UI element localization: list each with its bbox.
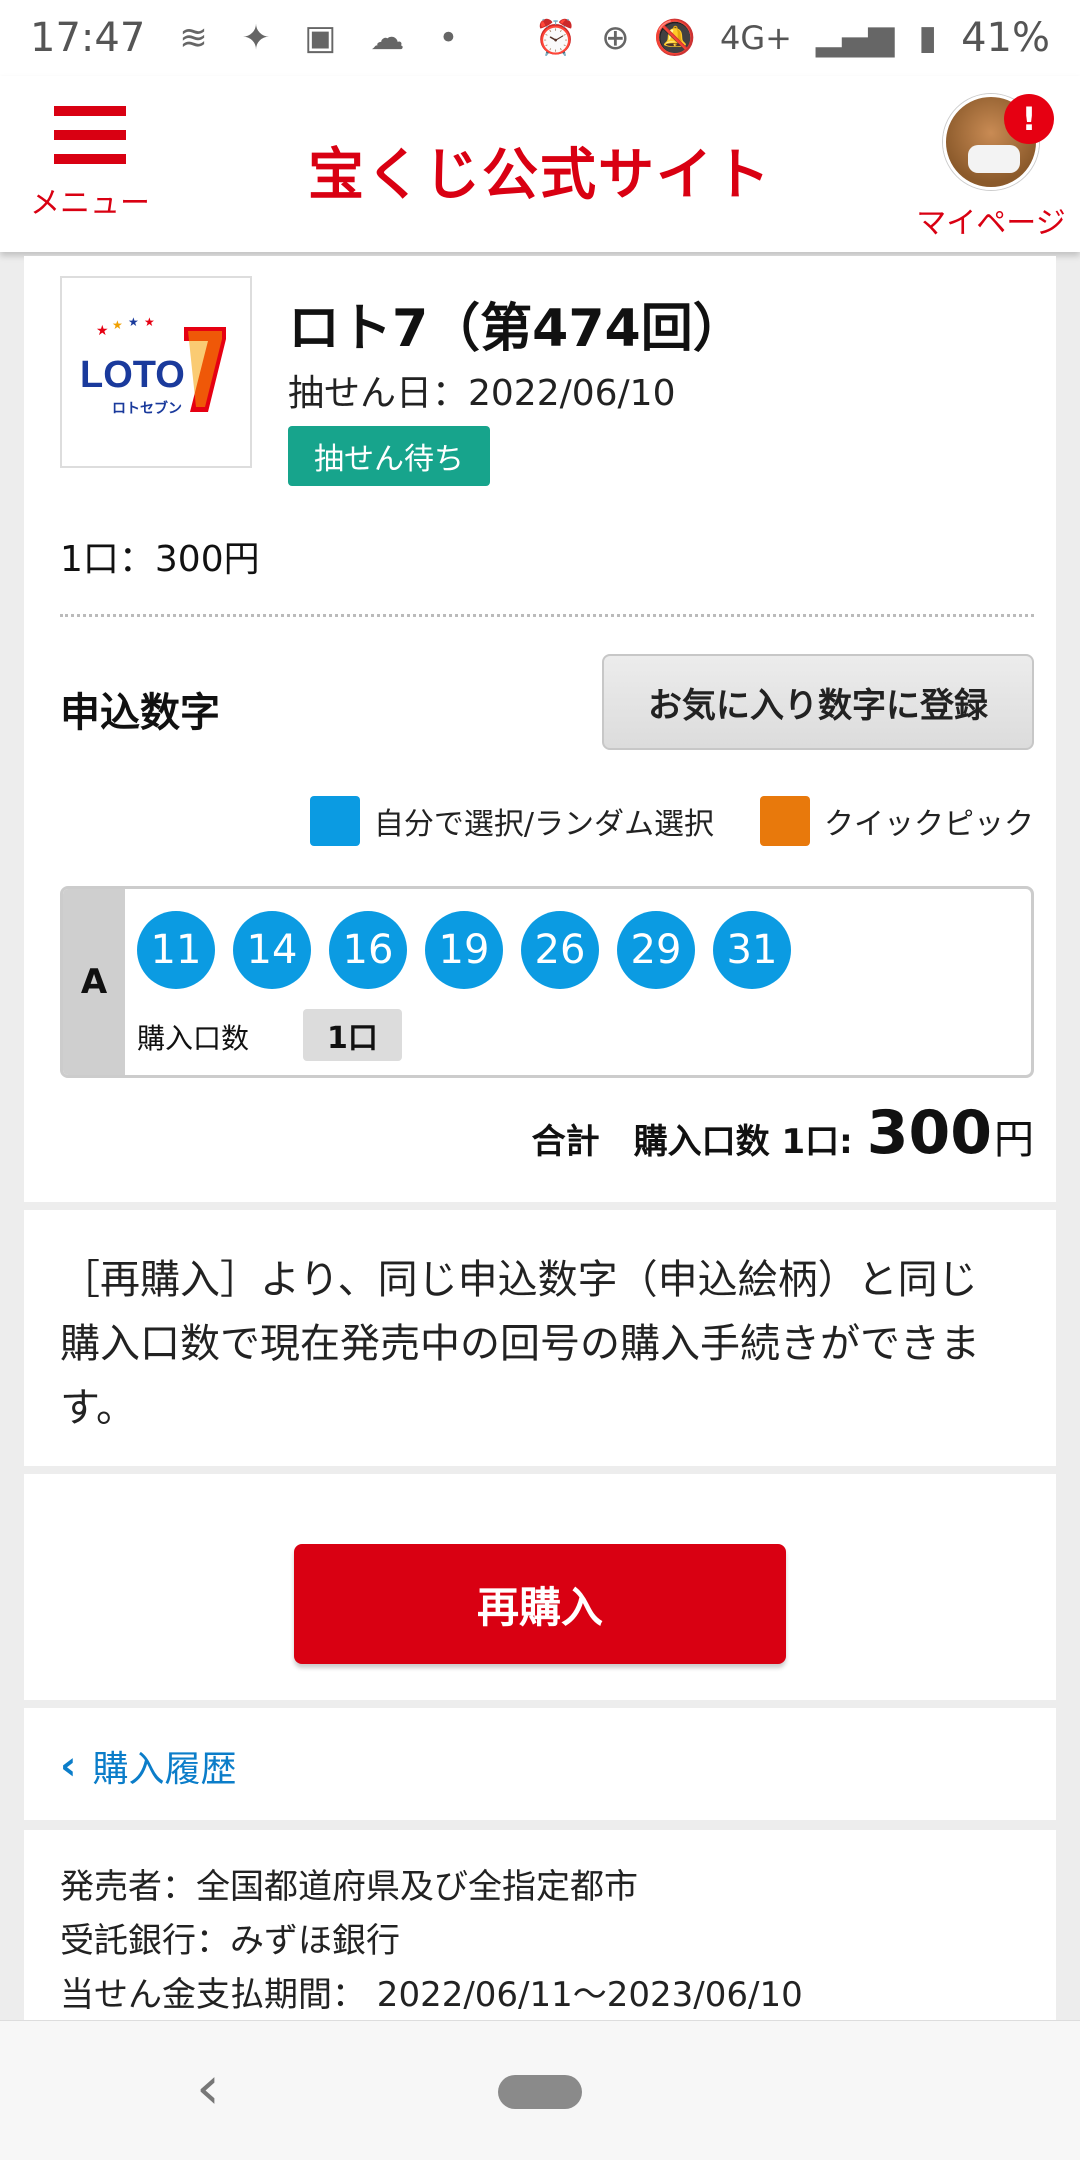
number-ball: 26 (521, 911, 599, 989)
unit-price: 1口：300円 (60, 539, 260, 580)
system-nav-bar: ‹ (0, 2020, 1080, 2160)
clock: 17:47 (30, 15, 146, 61)
rebuy-button[interactable]: 再購入 (294, 1544, 786, 1664)
total-currency: 円 (994, 1117, 1034, 1163)
legend-manual-swatch (309, 796, 360, 846)
svg-text:★: ★ (144, 317, 155, 329)
loto7-logo-graphic: ★ ★ ★ ★ LOTO ロトセブン (80, 317, 226, 417)
alarm-icon: ⏰ (534, 18, 578, 58)
purchase-history-label: 購入履歴 (92, 1749, 237, 1790)
selection-label: 申込数字 (60, 690, 220, 736)
battery-icon: ▮ (918, 18, 938, 58)
wifi-icon: ≋ (179, 18, 208, 58)
rebuy-card: 再購入 (24, 1474, 1056, 1700)
number-ball: 14 (233, 911, 311, 989)
number-ball: 31 (713, 911, 791, 989)
dot-icon: • (438, 18, 459, 58)
total-amount: 300 (866, 1098, 992, 1168)
purchase-detail-card: ★ ★ ★ ★ LOTO ロトセブン ロト7（第474回） 抽せん日：2022/… (24, 256, 1056, 1202)
legend: 自分で選択/ランダム選択 クイックピック (309, 796, 1034, 846)
history-link-card: ‹ 購入履歴 (24, 1708, 1056, 1820)
number-ball: 19 (425, 911, 503, 989)
svg-text:★: ★ (128, 317, 139, 329)
mypage-button[interactable]: ! マイページ (916, 94, 1066, 242)
weather-icon: ☁ (370, 18, 405, 58)
logo-text: LOTO (80, 354, 185, 396)
draw-date: 抽せん日：2022/06/10 (288, 373, 676, 414)
lottery-title: ロト7（第474回） (288, 299, 745, 359)
number-balls: 11 14 16 19 26 29 31 (137, 911, 791, 989)
app-header: メニュー 宝くじ公式サイト ! マイページ (0, 76, 1080, 252)
legend-quick-swatch (760, 796, 810, 846)
number-ball: 29 (617, 911, 695, 989)
mypage-label: マイページ (916, 206, 1066, 241)
footer-text: 発売者：全国都道府県及び全指定都市 受託銀行：みずほ銀行 当せん金支払期間： 2… (60, 1860, 803, 2022)
app-notification-icon: ✦ (241, 18, 271, 58)
purchase-history-link[interactable]: ‹ 購入履歴 (60, 1740, 237, 1792)
mute-icon: 🔕 (653, 18, 696, 58)
network-type: 4G+ (719, 19, 792, 57)
logo-subtext: ロトセブン (112, 400, 182, 417)
divider (60, 614, 1034, 617)
rebuy-info-card: ［再購入］より、同じ申込数字（申込絵柄）と同じ購入口数で現在発売中の回号の購入手… (24, 1210, 1056, 1466)
status-bar: 17:47 ≋ ✦ ▣ ☁ • ⏰ ⊕ 🔕 4G+ ▂▄▆ ▮ 41% (0, 0, 1080, 76)
total-label: 合計 購入口数 1口: (531, 1122, 853, 1162)
number-ball: 11 (137, 911, 215, 989)
loto7-logo: ★ ★ ★ ★ LOTO ロトセブン (60, 276, 252, 468)
payout-period: 当せん金支払期間： 2022/06/11〜2023/06/10 (60, 1975, 803, 2015)
rebuy-info-text: ［再購入］より、同じ申込数字（申込絵柄）と同じ購入口数で現在発売中の回号の購入手… (60, 1257, 980, 1431)
register-favorite-button[interactable]: お気に入り数字に登録 (602, 654, 1034, 750)
selected-numbers-row: A 11 14 16 19 26 29 31 購入口数 1口 (60, 886, 1034, 1078)
data-saver-icon: ⊕ (601, 18, 630, 58)
draw-status-badge: 抽せん待ち (288, 426, 490, 486)
seller-info: 発売者：全国都道府県及び全指定都市 (60, 1867, 638, 1907)
svg-text:★: ★ (96, 323, 109, 339)
number-ball: 16 (329, 911, 407, 989)
legend-quick-label: クイックピック (824, 807, 1034, 842)
bank-info: 受託銀行：みずほ銀行 (60, 1921, 400, 1961)
total-summary: 合計 購入口数 1口: 300 円 (532, 1098, 1034, 1168)
home-pill-icon[interactable] (498, 2075, 582, 2109)
chevron-left-icon: ‹ (60, 1743, 77, 1789)
legend-manual-label: 自分で選択/ランダム選択 (373, 807, 714, 842)
image-icon: ▣ (304, 18, 337, 58)
row-label: A (63, 889, 125, 1075)
battery-level: 41% (961, 15, 1050, 61)
signal-icon: ▂▄▆ (815, 18, 895, 58)
back-icon[interactable]: ‹ (196, 2053, 220, 2123)
quantity-value: 1口 (303, 1009, 402, 1061)
quantity-label: 購入口数 (137, 1022, 250, 1055)
footer-info: 発売者：全国都道府県及び全指定都市 受託銀行：みずほ銀行 当せん金支払期間： 2… (24, 1830, 1056, 2020)
notification-badge: ! (1004, 94, 1054, 144)
svg-text:★: ★ (112, 318, 123, 332)
